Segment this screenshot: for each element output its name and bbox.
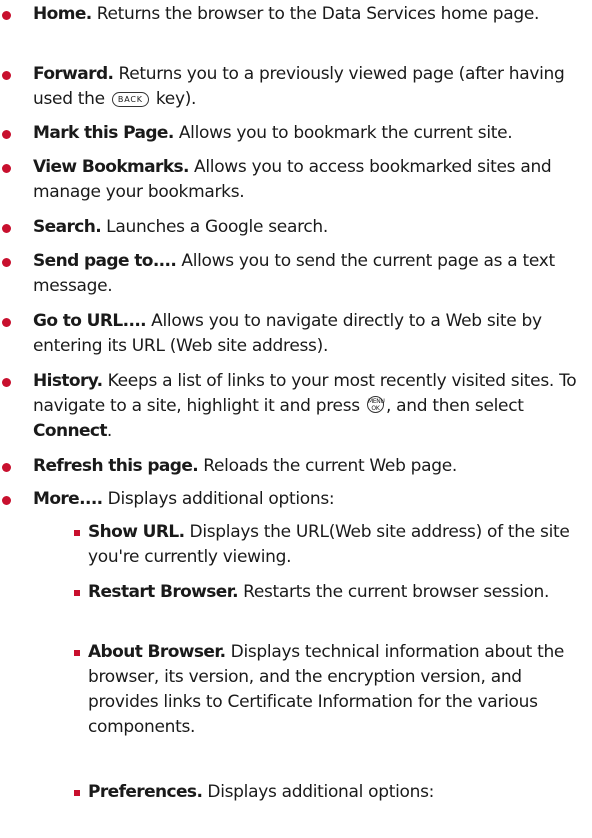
item-term: Forward.	[33, 64, 114, 84]
bullet-dot	[2, 463, 11, 472]
sub-item-term: Show URL.	[88, 522, 185, 542]
sub-item-term: Restart Browser.	[88, 582, 239, 602]
bullet-dot	[2, 224, 11, 233]
list-item-more: More.... Displays additional options:	[0, 487, 592, 512]
list-item-view-bookmarks: View Bookmarks. Allows you to access boo…	[0, 155, 592, 205]
item-desc: Displays additional options:	[102, 489, 335, 509]
item-term: Send page to....	[33, 251, 177, 271]
item-desc-mid: , and then select	[385, 396, 524, 416]
sub-item-term: About Browser.	[88, 642, 226, 662]
bullet-square	[74, 650, 80, 656]
sub-item-term: Preferences.	[88, 782, 203, 802]
item-desc: Allows you to bookmark the current site.	[173, 123, 513, 143]
item-desc: Reloads the current Web page.	[198, 456, 458, 476]
item-term: History.	[33, 371, 103, 391]
menu-ok-key-icon: MENU OK	[366, 396, 385, 413]
bullet-dot	[2, 318, 11, 327]
item-term: Search.	[33, 217, 102, 237]
connect-term: Connect	[33, 421, 108, 441]
back-key-icon: BACK	[111, 91, 149, 107]
bullet-dot	[2, 71, 11, 80]
item-desc: Returns the browser to the Data Services…	[91, 4, 540, 24]
bullet-square	[74, 530, 80, 536]
bullet-square	[74, 790, 80, 796]
item-desc-end: key).	[150, 89, 197, 109]
bullet-dot	[2, 164, 11, 173]
sub-item-desc: Displays additional options:	[202, 782, 435, 802]
list-item-search: Search. Launches a Google search.	[0, 215, 592, 240]
item-term: Mark this Page.	[33, 123, 174, 143]
item-term: Refresh this page.	[33, 456, 199, 476]
sub-item-desc: Restarts the current browser session.	[237, 582, 550, 602]
list-item-history: History. Keeps a list of links to your m…	[0, 369, 592, 444]
list-item-send-page: Send page to.... Allows you to send the …	[0, 249, 583, 299]
bullet-dot	[2, 258, 11, 267]
bullet-dot	[2, 496, 11, 505]
item-desc-end: .	[106, 421, 113, 441]
sub-item-preferences: Preferences. Displays additional options…	[74, 780, 588, 805]
bullet-dot	[2, 130, 11, 139]
sub-item-restart-browser: Restart Browser. Restarts the current br…	[74, 580, 568, 605]
bullet-dot	[2, 378, 11, 387]
bullet-square	[74, 590, 80, 596]
list-item-home: Home. Returns the browser to the Data Se…	[0, 2, 553, 27]
item-term: View Bookmarks.	[33, 157, 190, 177]
sub-item-about-browser: About Browser. Displays technical inform…	[74, 640, 588, 740]
bullet-dot	[2, 11, 11, 20]
list-item-go-to-url: Go to URL.... Allows you to navigate dir…	[0, 309, 592, 359]
item-term: Home.	[33, 4, 92, 24]
item-desc: Launches a Google search.	[101, 217, 329, 237]
list-item-mark-page: Mark this Page. Allows you to bookmark t…	[0, 121, 592, 146]
list-item-forward: Forward. Returns you to a previously vie…	[0, 62, 573, 112]
sub-item-show-url: Show URL. Displays the URL(Web site addr…	[74, 520, 588, 570]
list-item-refresh: Refresh this page. Reloads the current W…	[0, 454, 592, 479]
item-term: More....	[33, 489, 103, 509]
item-term: Go to URL....	[33, 311, 147, 331]
